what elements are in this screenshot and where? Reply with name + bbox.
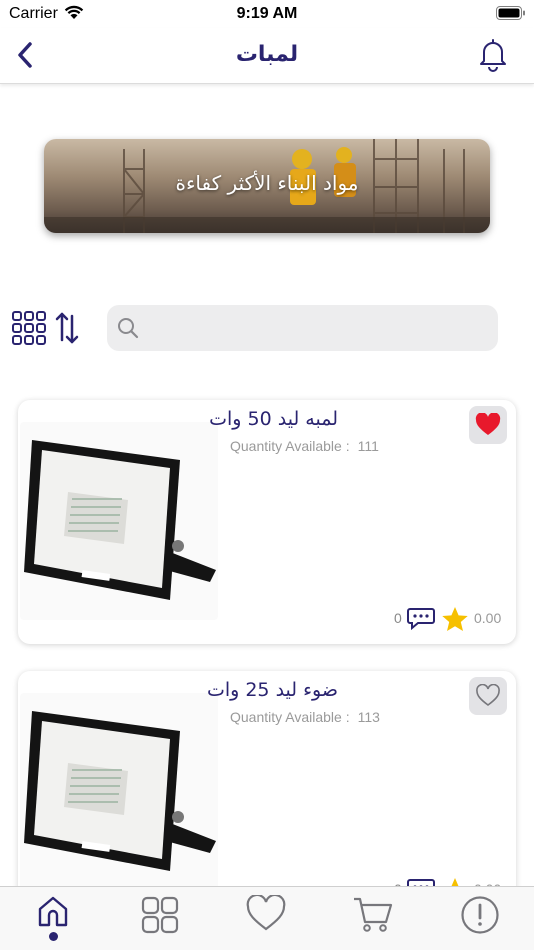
home-icon <box>38 896 68 927</box>
sort-button[interactable] <box>54 310 80 346</box>
search-bar[interactable] <box>107 305 498 351</box>
product-title: ضوء ليد 25 وات <box>206 679 338 701</box>
quantity-available: Quantity Available : 113 <box>230 709 380 725</box>
product-title: لمبه ليد 50 وات <box>209 408 338 430</box>
quantity-value: 111 <box>357 438 379 454</box>
promo-banner[interactable]: مواد البناء الأكثر كفاءة <box>44 139 490 233</box>
notifications-button[interactable] <box>476 37 510 73</box>
floodlight-image <box>24 440 216 600</box>
navigation-bar: لمبات <box>0 28 534 84</box>
status-bar: Carrier 9:19 AM <box>0 0 534 28</box>
page-title: لمبات <box>235 41 299 66</box>
product-image <box>20 422 218 620</box>
star-icon <box>442 607 468 631</box>
tab-bar <box>0 886 534 950</box>
heart-filled-icon <box>475 413 501 435</box>
bell-icon <box>480 39 506 72</box>
quantity-label: Quantity Available : <box>230 709 350 725</box>
rating-value: 0.00 <box>474 610 502 626</box>
layout-grid-toggle[interactable] <box>12 311 46 345</box>
grid-view-icon <box>12 311 46 345</box>
product-stats: 0 0.00 <box>394 606 514 634</box>
product-card[interactable]: لمبه ليد 50 وات Quantity Available :111 … <box>18 400 516 644</box>
heart-outline-icon <box>476 684 500 706</box>
favorite-button[interactable] <box>469 677 507 715</box>
comments-count: 0 <box>394 610 402 626</box>
comment-icon <box>407 608 435 630</box>
cart-icon <box>354 897 393 932</box>
battery-icon <box>496 6 526 26</box>
product-image <box>20 693 218 891</box>
clock: 9:19 AM <box>236 5 298 22</box>
product-card[interactable]: ضوء ليد 25 وات Quantity Available :113 0… <box>18 671 516 915</box>
quantity-available: Quantity Available : 111 <box>230 438 379 454</box>
search-icon <box>118 318 139 339</box>
search-input[interactable] <box>149 305 489 351</box>
floodlight-image <box>24 711 216 871</box>
favorite-button[interactable] <box>469 406 507 444</box>
grid-icon <box>141 896 179 934</box>
quantity-value: 113 <box>357 709 380 725</box>
tab-categories[interactable] <box>136 895 184 943</box>
heart-icon <box>246 895 286 931</box>
sort-arrows-icon <box>55 312 79 344</box>
banner-text: مواد البناء الأكثر كفاءة <box>175 171 359 195</box>
tab-favorites[interactable] <box>242 895 290 943</box>
tab-info[interactable] <box>456 895 504 943</box>
tab-cart[interactable] <box>349 895 397 943</box>
quantity-label: Quantity Available : <box>230 438 350 454</box>
tab-home[interactable] <box>29 895 77 943</box>
active-tab-indicator <box>49 932 58 941</box>
info-icon <box>461 896 499 934</box>
